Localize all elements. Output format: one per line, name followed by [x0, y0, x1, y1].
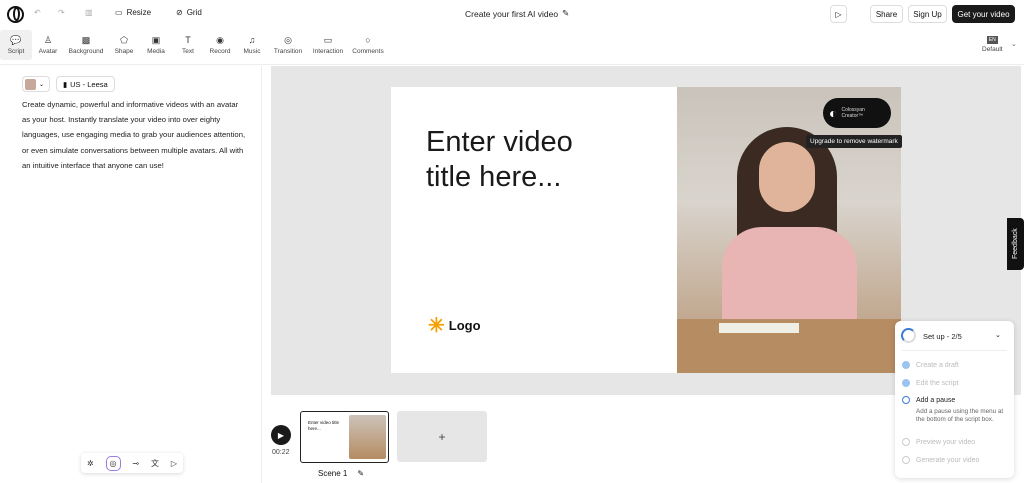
slide-title[interactable]: Enter video title here...	[426, 125, 606, 195]
redo-icon[interactable]: ↷	[58, 8, 65, 17]
record-icon: ◉	[216, 34, 224, 45]
tool-record[interactable]: ◉ Record	[204, 30, 236, 60]
share-button[interactable]: Share	[870, 5, 903, 23]
edit-icon: ✎	[562, 8, 570, 18]
watermark-tooltip[interactable]: Upgrade to remove watermark	[806, 135, 902, 148]
waveform-icon: ▮	[63, 79, 68, 89]
script-text[interactable]: Create dynamic, powerful and informative…	[22, 97, 247, 173]
language-selector[interactable]: EN Default	[982, 36, 1003, 53]
app-logo[interactable]	[7, 6, 24, 23]
script-actions: ✲ ◎ ⊸ 文 ▷	[81, 453, 183, 473]
edit-icon: ✎	[357, 469, 365, 478]
duration: 00:22	[272, 449, 290, 456]
tool-comments[interactable]: ○ Comments	[348, 30, 388, 60]
feedback-tab[interactable]: Feedback	[1007, 218, 1024, 270]
tool-script[interactable]: 💬 Script	[0, 30, 32, 60]
avatar-icon: ♙	[43, 34, 53, 45]
avatar	[25, 78, 36, 90]
script-icon: 💬	[10, 34, 22, 45]
interaction-icon: ▭	[323, 34, 333, 45]
undo-icon[interactable]: ↶	[34, 8, 41, 17]
sparkle-icon[interactable]: ✲	[87, 459, 94, 468]
video-title[interactable]: Create your first AI video ✎	[465, 8, 569, 19]
transition-icon: ◎	[284, 34, 292, 45]
divider	[0, 64, 1024, 65]
tool-shape[interactable]: ⬠ Shape	[108, 30, 140, 60]
watermark: ◐ Colossyan Creator™	[823, 98, 891, 128]
check-icon	[902, 361, 910, 369]
toolbar: 💬 Script ♙ Avatar ▩ Background ⬠ Shape ▣ Media T Te…	[0, 30, 388, 62]
music-icon: ♫	[248, 34, 256, 45]
tool-avatar[interactable]: ♙ Avatar	[32, 30, 64, 60]
background-icon: ▩	[81, 34, 91, 45]
check-icon	[902, 379, 910, 387]
grid-button[interactable]: ⊘ Grid	[176, 8, 202, 17]
tool-text[interactable]: T Text	[172, 30, 204, 60]
step-edit-script[interactable]: Edit the script	[902, 379, 958, 387]
preview-button[interactable]: ▷	[830, 5, 847, 23]
tool-music[interactable]: ♫ Music	[236, 30, 268, 60]
script-panel: ⌄ ▮ US - Leesa Create dynamic, powerful a…	[0, 66, 262, 483]
play-button[interactable]: ▶	[271, 425, 291, 445]
asterisk-icon: ✳	[428, 315, 445, 337]
gesture-icon[interactable]: ⊸	[132, 459, 139, 468]
signup-button[interactable]: Sign Up	[908, 5, 947, 23]
grid-off-icon: ⊘	[176, 8, 183, 17]
chevron-down-icon[interactable]: ⌄	[1011, 40, 1017, 48]
chevron-down-icon[interactable]: ⌄	[995, 331, 1001, 339]
step-preview[interactable]: Preview your video	[902, 438, 975, 446]
step-add-pause[interactable]: Add a pause	[902, 396, 955, 404]
shape-icon: ⬠	[120, 34, 128, 45]
tool-background[interactable]: ▩ Background	[64, 30, 108, 60]
setup-checklist: Set up - 2/5 ⌄ Create a draft Edit the s…	[895, 321, 1014, 478]
avatar-selector[interactable]: ⌄	[22, 76, 50, 92]
scene-label[interactable]: Scene 1 ✎	[318, 469, 364, 478]
logo-placeholder[interactable]: ✳ Logo	[428, 313, 481, 338]
play-script-icon[interactable]: ▷	[171, 459, 177, 468]
comments-icon: ○	[365, 34, 371, 45]
pause-button[interactable]: ◎	[105, 455, 121, 471]
voice-selector[interactable]: ▮ US - Leesa	[56, 76, 115, 92]
tool-transition[interactable]: ◎ Transition	[268, 30, 308, 60]
tool-media[interactable]: ▣ Media	[140, 30, 172, 60]
step-create-draft[interactable]: Create a draft	[902, 361, 959, 369]
step-generate[interactable]: Generate your video	[902, 456, 979, 464]
media-icon: ▣	[151, 34, 161, 45]
translate-icon[interactable]: 文	[151, 458, 159, 469]
top-bar: ↶ ↷ ▥ ▭ Resize ⊘ Grid Create your first AI…	[0, 0, 1024, 28]
tool-interaction[interactable]: ▭ Interaction	[308, 30, 348, 60]
resize-button[interactable]: ▭ Resize	[115, 8, 151, 17]
add-scene-button[interactable]: +	[397, 411, 487, 462]
text-icon: T	[185, 34, 191, 45]
avatar-video[interactable]	[677, 87, 901, 373]
copy-icon[interactable]: ▥	[85, 8, 93, 17]
resize-icon: ▭	[115, 8, 123, 17]
progress-ring	[901, 328, 916, 343]
get-video-button[interactable]: Get your video	[952, 5, 1015, 23]
scene-thumbnail[interactable]: Enter video title here...	[300, 411, 389, 463]
